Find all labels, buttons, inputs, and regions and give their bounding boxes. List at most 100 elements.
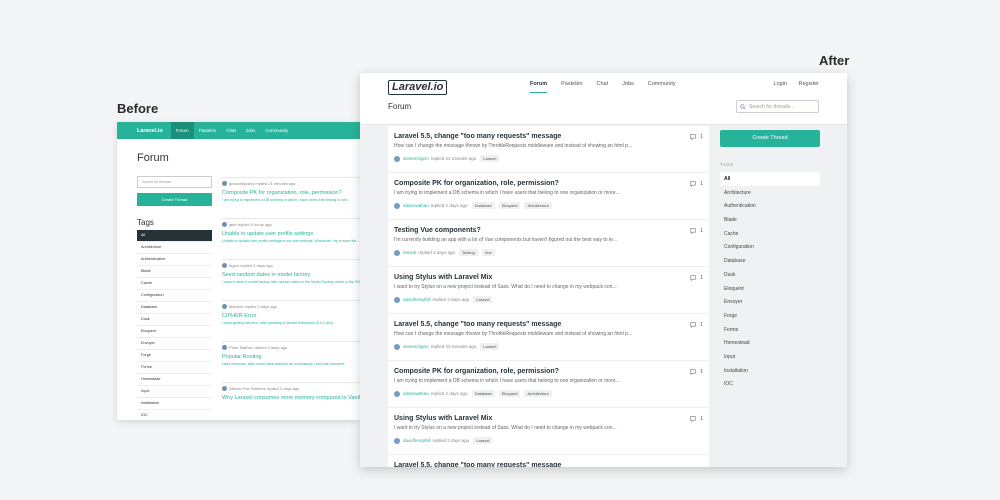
thread-title[interactable]: Laravel 5.5, change "too many requests" …	[394, 462, 703, 467]
before-tag-item[interactable]: Database	[137, 302, 212, 314]
after-logo[interactable]: Laravel.io	[388, 80, 448, 95]
nav-forum[interactable]: Forum	[530, 81, 548, 93]
before-tag-item[interactable]: Cache	[137, 278, 212, 290]
before-tag-item[interactable]: Architecture	[137, 242, 212, 254]
thread-author[interactable]: adamwathan	[403, 391, 429, 396]
before-tag-item[interactable]: Dusk	[137, 314, 212, 326]
thread-item[interactable]: Laravel 5.5, change "too many requests" …	[388, 126, 709, 173]
before-thread-item[interactable]: Alfredo Paz Ramirez replied 2 days ago Wh…	[222, 382, 360, 420]
tag-item[interactable]: Dusk	[720, 268, 820, 282]
before-thread-item[interactable]: fegon replied 2 days ago Seed random date…	[222, 259, 360, 300]
before-tag-item[interactable]: Homestead	[137, 374, 212, 386]
before-thread-item[interactable]: jasd replied 5 hours ago Unable to update…	[222, 218, 360, 259]
tag-item[interactable]: Forge	[720, 309, 820, 323]
create-thread-button[interactable]: Create Thread	[720, 130, 820, 147]
tag-item[interactable]: Envoyer	[720, 295, 820, 309]
thread-tag[interactable]: Vue	[481, 249, 495, 256]
tag-item[interactable]: Homestead	[720, 336, 820, 350]
before-tag-item[interactable]: Blade	[137, 266, 212, 278]
before-tag-item[interactable]: Eloquent	[137, 326, 212, 338]
before-thread-item[interactable]: Mahesh replied 2 days ago CIPHER Error I k…	[222, 300, 360, 341]
before-nav-community[interactable]: Community	[260, 122, 293, 139]
nav-jobs[interactable]: Jobs	[622, 81, 634, 93]
thread-author[interactable]: stevenchgrm	[403, 344, 429, 349]
thread-title[interactable]: Testing Vue components?	[394, 227, 703, 234]
before-tag-item[interactable]: IOC	[137, 410, 212, 420]
thread-tag[interactable]: Architecture	[524, 202, 552, 209]
tag-item[interactable]: Architecture	[720, 186, 820, 200]
nav-pastebin[interactable]: Pastebin	[561, 81, 582, 93]
before-thread-title[interactable]: Unable to update user profile settings	[222, 231, 360, 237]
thread-title[interactable]: Composite PK for organization, role, per…	[394, 180, 703, 187]
before-thread-title[interactable]: CIPHER Error	[222, 313, 360, 319]
thread-item[interactable]: Using Stylus with Laravel Mix I want to t…	[388, 408, 709, 455]
thread-tag[interactable]: Laravel	[473, 437, 493, 444]
before-nav-forum[interactable]: Forum	[170, 122, 194, 139]
thread-item[interactable]: Laravel 5.5, change "too many requests" …	[388, 314, 709, 361]
before-create-thread-button[interactable]: Create Thread	[137, 193, 212, 206]
thread-tag[interactable]: Eloquent	[498, 390, 521, 397]
thread-author[interactable]: adamwathan	[403, 203, 429, 208]
before-tag-item[interactable]: Envoyer	[137, 338, 212, 350]
before-thread-title[interactable]: Why Laravel consumes more memory compare…	[222, 395, 360, 401]
thread-tag[interactable]: Laravel	[473, 296, 493, 303]
thread-tag[interactable]: Eloquent	[498, 202, 521, 209]
before-search-input[interactable]: Search for threads...	[137, 176, 212, 188]
before-nav-jobs[interactable]: Jobs	[241, 122, 261, 139]
thread-tag[interactable]: Testing	[459, 249, 478, 256]
avatar	[222, 386, 227, 391]
register-link[interactable]: Register	[799, 81, 819, 87]
nav-community[interactable]: Community	[648, 81, 676, 93]
before-tag-item[interactable]: Configuration	[137, 290, 212, 302]
tag-item[interactable]: Authentication	[720, 199, 820, 213]
thread-author[interactable]: davidhemphill	[403, 438, 431, 443]
tag-item[interactable]: IOC	[720, 377, 820, 391]
thread-item[interactable]: Composite PK for organization, role, per…	[388, 173, 709, 220]
thread-title[interactable]: Composite PK for organization, role, per…	[394, 368, 703, 375]
before-logo[interactable]: Laravel.io	[137, 128, 163, 134]
thread-item[interactable]: Testing Vue components? I'm currently bui…	[388, 220, 709, 267]
thread-item[interactable]: Composite PK for organization, role, per…	[388, 361, 709, 408]
tag-item[interactable]: Forms	[720, 323, 820, 337]
before-thread-title[interactable]: Composite PK for organization, role, per…	[222, 190, 360, 196]
search-input[interactable]: Search for threads...	[736, 100, 819, 113]
tag-item[interactable]: Eloquent	[720, 282, 820, 296]
nav-chat[interactable]: Chat	[597, 81, 609, 93]
before-nav-pastebin[interactable]: Pastebin	[194, 122, 222, 139]
thread-tag[interactable]: Database	[471, 390, 495, 397]
before-thread-title[interactable]: Popular Routing	[222, 354, 360, 360]
before-tag-item[interactable]: Forms	[137, 362, 212, 374]
thread-title[interactable]: Laravel 5.5, change "too many requests" …	[394, 321, 703, 328]
tag-item[interactable]: Installation	[720, 364, 820, 378]
before-tag-item[interactable]: Input	[137, 386, 212, 398]
before-tag-item[interactable]: Authentication	[137, 254, 212, 266]
thread-item[interactable]: Laravel 5.5, change "too many requests" …	[388, 455, 709, 467]
thread-tag[interactable]: Laravel	[480, 155, 500, 162]
before-tag-item[interactable]: Forge	[137, 350, 212, 362]
before-thread-item[interactable]: gecache[user] replied 21 minutes ago Comp…	[222, 177, 360, 218]
thread-item[interactable]: Using Stylus with Laravel Mix I want to t…	[388, 267, 709, 314]
tag-item[interactable]: Blade	[720, 213, 820, 227]
tag-item[interactable]: Cache	[720, 227, 820, 241]
thread-author[interactable]: davidhemphill	[403, 297, 431, 302]
before-tag-item[interactable]: All	[137, 230, 212, 242]
thread-title[interactable]: Using Stylus with Laravel Mix	[394, 415, 703, 422]
thread-author[interactable]: reinink	[403, 250, 416, 255]
tag-item[interactable]: Input	[720, 350, 820, 364]
before-nav-chat[interactable]: Chat	[221, 122, 241, 139]
tag-item[interactable]: Database	[720, 254, 820, 268]
before-thread-item[interactable]: Peter MaiDeo replied 2 days ago Popular R…	[222, 341, 360, 382]
before-thread-excerpt: Hello everyone. After some have watched …	[222, 362, 348, 366]
thread-tag[interactable]: Laravel	[480, 343, 500, 350]
login-link[interactable]: Login	[774, 81, 787, 87]
tag-item[interactable]: All	[720, 172, 820, 186]
thread-title[interactable]: Using Stylus with Laravel Mix	[394, 274, 703, 281]
before-thread-title[interactable]: Seed random dates in model factory	[222, 272, 360, 278]
thread-tag[interactable]: Database	[471, 202, 495, 209]
thread-author[interactable]: stevenchgrm	[403, 156, 429, 161]
before-tag-item[interactable]: Installation	[137, 398, 212, 410]
thread-title[interactable]: Laravel 5.5, change "too many requests" …	[394, 133, 703, 140]
thread-meta: adamwathan replied 2 days ago Database Eloq…	[394, 202, 703, 209]
tag-item[interactable]: Configuration	[720, 240, 820, 254]
thread-tag[interactable]: Architecture	[524, 390, 552, 397]
